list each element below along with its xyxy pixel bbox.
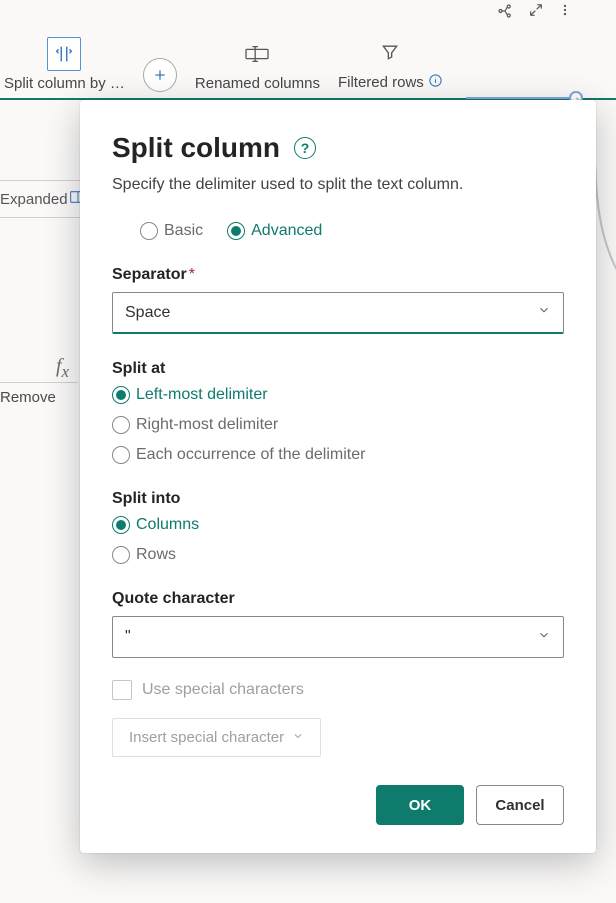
radio-dot-icon (140, 222, 158, 240)
filter-icon (373, 35, 407, 69)
dialog-buttons: OK Cancel (112, 785, 564, 825)
chevron-down-icon (537, 303, 551, 322)
radio-right-most[interactable]: Right-most delimiter (112, 416, 564, 434)
cancel-button[interactable]: Cancel (476, 785, 564, 825)
steps-toolbar: Split column by … Renamed columns Filter… (0, 30, 616, 100)
split-into-label: Split into (112, 490, 564, 508)
dialog-title: Split column ? (112, 132, 316, 164)
fx-label: fx (56, 355, 69, 382)
use-special-checkbox[interactable]: Use special characters (112, 680, 564, 700)
insert-special-button: Insert special character (112, 718, 321, 757)
chevron-down-icon (292, 729, 304, 746)
ok-button[interactable]: OK (376, 785, 464, 825)
step-split-column[interactable]: Split column by … (4, 37, 125, 92)
expand-icon (528, 2, 544, 23)
radio-left-most[interactable]: Left-most delimiter (112, 386, 564, 404)
radio-rows[interactable]: Rows (112, 546, 564, 564)
radio-dot-icon (227, 222, 245, 240)
radio-dot-icon (112, 446, 130, 464)
radio-each-occurrence[interactable]: Each occurrence of the delimiter (112, 446, 564, 464)
radio-columns[interactable]: Columns (112, 516, 564, 534)
quote-label: Quote character (112, 590, 564, 608)
radio-dot-icon (112, 416, 130, 434)
overflow-icon (558, 2, 572, 23)
add-step-button[interactable] (143, 58, 177, 92)
split-into-group: Columns Rows (112, 516, 564, 564)
radio-advanced[interactable]: Advanced (227, 222, 322, 240)
radio-dot-icon (112, 546, 130, 564)
split-at-label: Split at (112, 360, 564, 378)
split-column-dialog: Split column ? Specify the delimiter use… (80, 100, 596, 853)
separator-select[interactable]: Space (112, 292, 564, 334)
top-icons (496, 2, 572, 23)
quote-select[interactable]: " (112, 616, 564, 658)
split-column-icon (47, 37, 81, 71)
checkbox-icon (112, 680, 132, 700)
step-label: Renamed columns (195, 75, 320, 92)
plus-icon (143, 58, 177, 92)
mode-radio-group: Basic Advanced (140, 222, 564, 240)
step-renamed-columns[interactable]: Renamed columns (195, 37, 320, 92)
split-at-group: Left-most delimiter Right-most delimiter… (112, 386, 564, 464)
step-filtered-rows[interactable]: Filtered rows (338, 35, 443, 92)
info-icon (428, 73, 443, 92)
radio-dot-icon (112, 386, 130, 404)
separator-label: Separator* (112, 266, 564, 284)
bg-expanded-tab: Expanded (0, 180, 80, 218)
radio-dot-icon (112, 516, 130, 534)
step-label: Split column by … (4, 75, 125, 92)
rename-icon (240, 37, 274, 71)
chevron-down-icon (537, 628, 551, 647)
radio-basic[interactable]: Basic (140, 222, 203, 240)
step-label: Filtered rows (338, 74, 424, 91)
branch-icon (496, 2, 514, 23)
bg-remove-label: Remove (0, 382, 78, 406)
dialog-subtitle: Specify the delimiter used to split the … (112, 176, 564, 194)
help-icon[interactable]: ? (294, 137, 316, 159)
